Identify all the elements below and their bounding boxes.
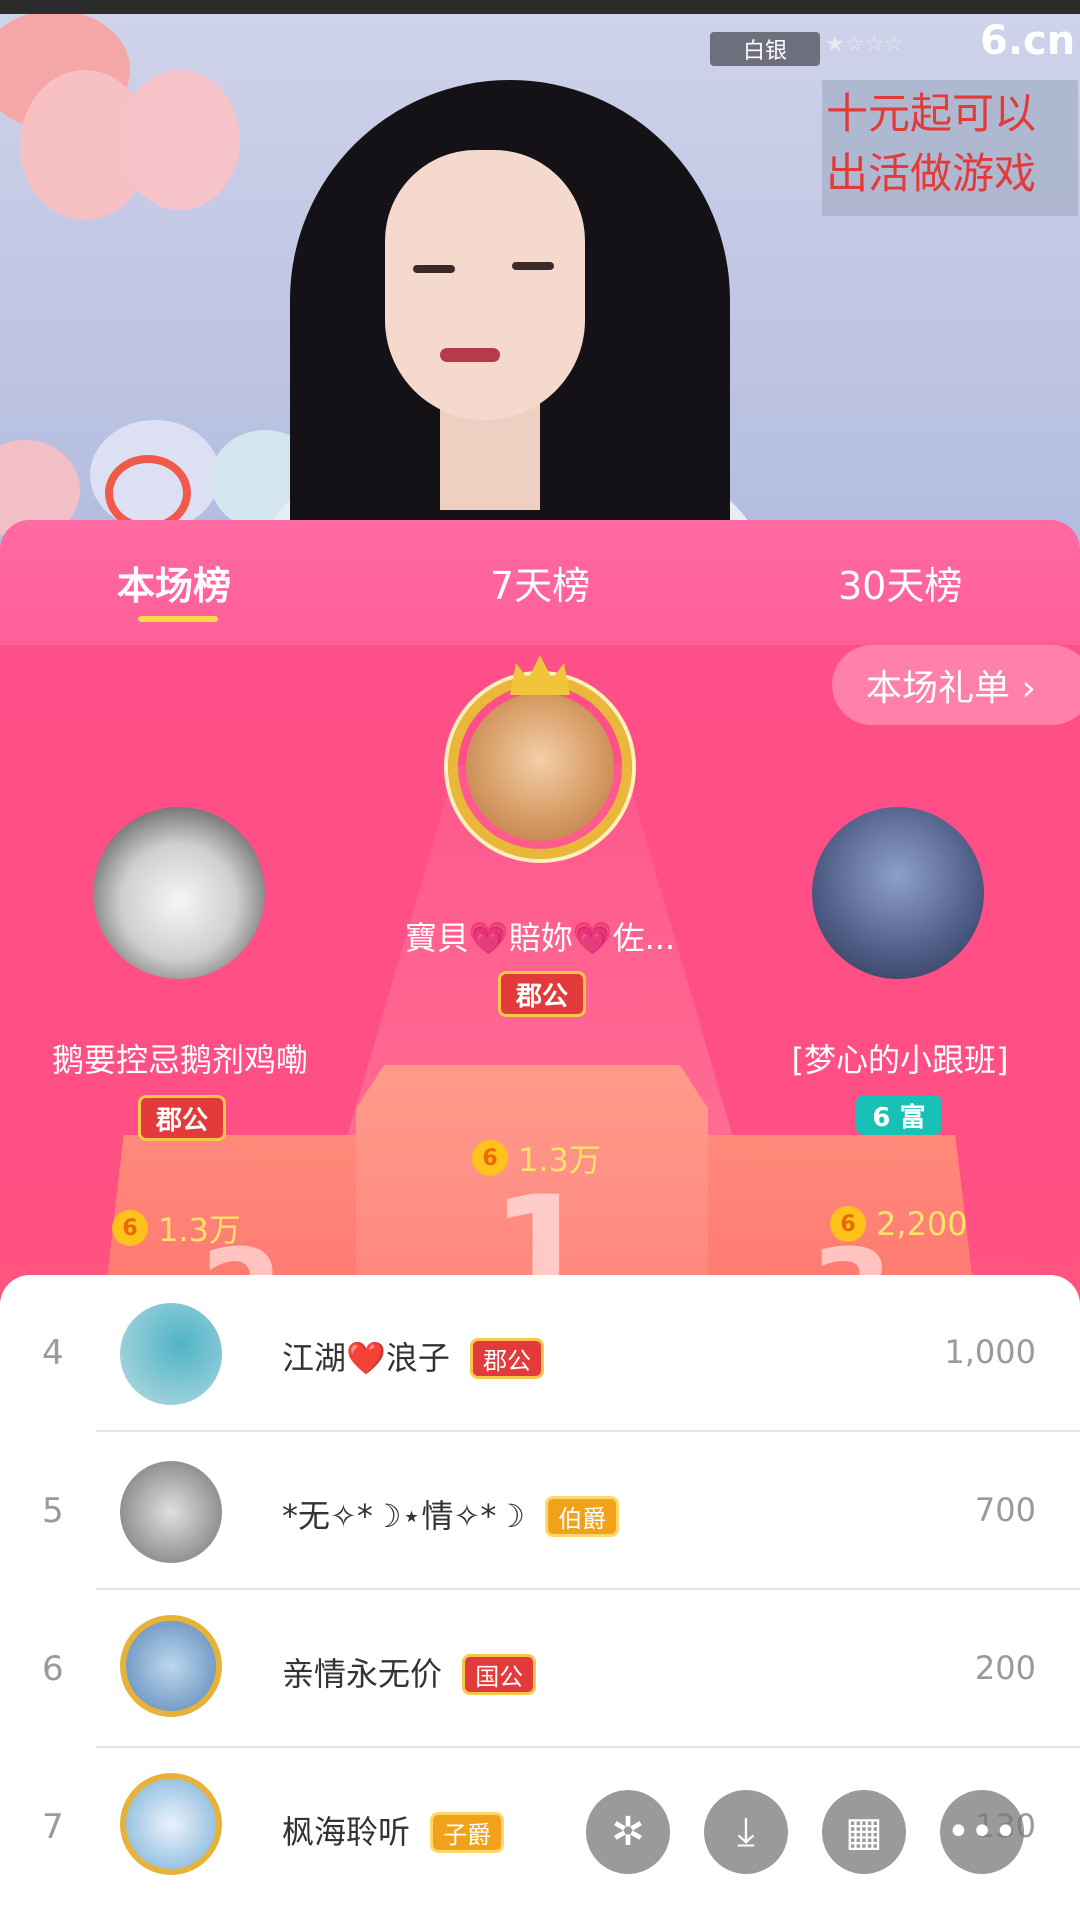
tab-current-session[interactable]: 本场榜: [117, 555, 231, 610]
row-divider: [96, 1430, 1080, 1432]
first-place-score-value: 1.3万: [518, 1141, 601, 1179]
row-divider: [96, 1746, 1080, 1748]
tab-bar: 本场榜 7天榜 30天榜: [0, 520, 1080, 645]
second-place-score: 6 1.3万: [112, 1205, 241, 1251]
list-item[interactable]: 7 枫海聆听 子爵 130: [0, 1749, 1080, 1907]
brand-logo: 6.cn: [980, 18, 1076, 64]
first-place-avatar[interactable]: [466, 693, 614, 841]
first-place-score: 6 1.3万: [472, 1135, 601, 1181]
crown-icon: [510, 655, 570, 695]
streamer-eye: [413, 265, 455, 273]
row-name: 亲情永无价 国公: [282, 1649, 537, 1695]
ranking-list: 4 江湖❤️浪子 郡公 1,000 5 *无✧*☽⋆情✧*☽ 伯爵 700 6 …: [0, 1275, 1080, 1920]
grid-icon[interactable]: ▦: [822, 1790, 906, 1874]
row-name: *无✧*☽⋆情✧*☽ 伯爵: [282, 1491, 620, 1537]
row-avatar: [120, 1303, 222, 1405]
more-icon[interactable]: •••: [940, 1790, 1024, 1874]
streamer-rank-badge: 白银: [710, 32, 820, 66]
live-video: 白银 ★☆☆☆ 6.cn 十元起可以 出活做游戏: [0, 0, 1080, 545]
row-avatar: [120, 1461, 222, 1563]
list-item[interactable]: 6 亲情永无价 国公 200: [0, 1591, 1080, 1749]
coin-icon: 6: [112, 1210, 148, 1246]
first-place-title-badge: 郡公: [498, 971, 586, 1017]
list-item[interactable]: 5 *无✧*☽⋆情✧*☽ 伯爵 700: [0, 1433, 1080, 1591]
streamer-eye: [512, 262, 554, 270]
streamer-lips: [440, 348, 500, 362]
third-place-score-value: 2,200: [876, 1205, 968, 1243]
promo-line: 十元起可以: [826, 89, 1037, 138]
second-place-avatar[interactable]: [93, 807, 265, 979]
row-name: 江湖❤️浪子 郡公: [282, 1333, 545, 1379]
promo-line: 出活做游戏: [826, 149, 1037, 198]
third-place-name: [梦心的小跟班]: [791, 1041, 1009, 1079]
first-place-name: 寶貝💗賠妳💗佐...: [404, 919, 676, 957]
active-tab-indicator: [138, 616, 218, 622]
coin-icon: 6: [472, 1140, 508, 1176]
gift-list-button[interactable]: 本场礼单 ›: [832, 645, 1080, 725]
third-place-wealth-badge: 6 富: [856, 1095, 942, 1135]
rank-stars: ★☆☆☆: [825, 32, 904, 57]
streamer-face: [385, 150, 585, 420]
row-score: 200: [974, 1649, 1036, 1687]
row-name-text: 江湖❤️浪子: [282, 1339, 450, 1377]
third-place-score: 6 2,200: [830, 1205, 968, 1243]
sparkle-icon[interactable]: ✲: [586, 1790, 670, 1874]
row-name-text: 亲情永无价: [282, 1655, 443, 1693]
third-place-avatar[interactable]: [812, 807, 984, 979]
row-divider: [96, 1588, 1080, 1590]
row-title-badge: 国公: [462, 1654, 537, 1695]
row-name-text: *无✧*☽⋆情✧*☽: [282, 1497, 526, 1535]
tab-7-days[interactable]: 7天榜: [490, 555, 590, 610]
row-score: 700: [974, 1491, 1036, 1529]
row-title-badge: 郡公: [470, 1338, 545, 1379]
coin-icon: 6: [830, 1206, 866, 1242]
row-rank: 5: [42, 1491, 64, 1531]
row-name: 枫海聆听 子爵: [282, 1807, 505, 1853]
list-item[interactable]: 4 江湖❤️浪子 郡公 1,000: [0, 1275, 1080, 1433]
status-bar: [0, 0, 1080, 14]
row-name-text: 枫海聆听: [282, 1813, 411, 1851]
row-avatar: [120, 1773, 222, 1875]
promo-overlay: 十元起可以 出活做游戏: [822, 80, 1078, 216]
row-avatar: [120, 1615, 222, 1717]
rank-label: 白银: [742, 39, 787, 64]
download-icon[interactable]: ⤓: [704, 1790, 788, 1874]
row-rank: 4: [42, 1333, 64, 1373]
row-title-badge: 子爵: [430, 1812, 505, 1853]
row-score: 1,000: [944, 1333, 1036, 1371]
second-place-score-value: 1.3万: [158, 1211, 241, 1249]
row-title-badge: 伯爵: [545, 1496, 620, 1537]
second-place-name: 鹅要控忌鹅剂鸡嘞: [51, 1041, 308, 1079]
balloon-decoration: [120, 70, 240, 210]
row-rank: 6: [42, 1649, 64, 1689]
tab-30-days[interactable]: 30天榜: [838, 555, 962, 610]
row-rank: 7: [42, 1807, 64, 1847]
second-place-title-badge: 郡公: [138, 1095, 226, 1141]
